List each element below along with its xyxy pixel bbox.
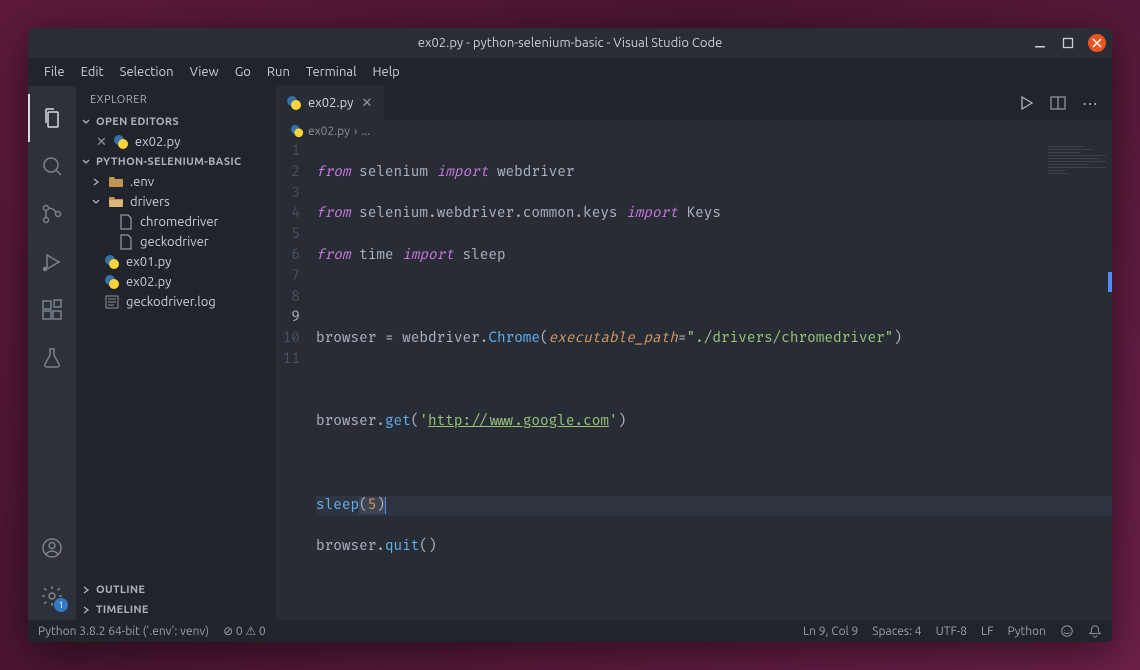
python-file-icon bbox=[286, 95, 302, 111]
status-lncol[interactable]: Ln 9, Col 9 bbox=[803, 625, 858, 638]
status-language[interactable]: Python bbox=[1007, 625, 1046, 638]
titlebar: ex02.py - python-selenium-basic - Visual… bbox=[28, 28, 1112, 58]
menu-edit[interactable]: Edit bbox=[73, 62, 112, 82]
section-timeline[interactable]: TIMELINE bbox=[76, 600, 276, 620]
explorer-icon[interactable] bbox=[28, 94, 76, 142]
line-gutter: 1234567891011 bbox=[276, 142, 316, 620]
editor-actions: ⋯ bbox=[1004, 86, 1112, 120]
status-problems[interactable]: ⊘ 0 ⚠ 0 bbox=[223, 624, 266, 638]
menu-selection[interactable]: Selection bbox=[112, 62, 182, 82]
open-editor-label: ex02.py bbox=[135, 135, 180, 149]
main-body: 1 EXPLORER OPEN EDITORS ✕ ex02.py PYTHON… bbox=[28, 86, 1112, 620]
more-actions-icon[interactable]: ⋯ bbox=[1082, 94, 1098, 113]
vscode-window: ex02.py - python-selenium-basic - Visual… bbox=[28, 28, 1112, 642]
tab-ex02[interactable]: ex02.py ✕ bbox=[276, 86, 384, 120]
source-control-icon[interactable] bbox=[28, 190, 76, 238]
tree-file-geckodriver[interactable]: geckodriver bbox=[76, 232, 276, 252]
python-file-icon bbox=[104, 254, 120, 270]
sidebar-header: EXPLORER bbox=[76, 86, 276, 112]
tree-file-chromedriver[interactable]: chromedriver bbox=[76, 212, 276, 232]
test-icon[interactable] bbox=[28, 334, 76, 382]
status-bell-icon[interactable] bbox=[1088, 624, 1102, 638]
menu-bar: File Edit Selection View Go Run Terminal… bbox=[28, 58, 1112, 86]
split-editor-icon[interactable] bbox=[1050, 95, 1066, 111]
tree-folder-drivers[interactable]: drivers bbox=[76, 192, 276, 212]
search-icon[interactable] bbox=[28, 142, 76, 190]
settings-icon[interactable]: 1 bbox=[28, 572, 76, 620]
close-icon[interactable] bbox=[1088, 34, 1106, 52]
status-bar: Python 3.8.2 64-bit ('.env': venv) ⊘ 0 ⚠… bbox=[28, 620, 1112, 642]
minimap[interactable] bbox=[1042, 142, 1112, 620]
tree-file-ex01[interactable]: ex01.py bbox=[76, 252, 276, 272]
activity-bar: 1 bbox=[28, 86, 76, 620]
menu-go[interactable]: Go bbox=[227, 62, 259, 82]
menu-help[interactable]: Help bbox=[364, 62, 407, 82]
folder-icon bbox=[108, 174, 124, 190]
overview-ruler-mark bbox=[1108, 272, 1112, 292]
file-icon bbox=[118, 214, 134, 230]
window-controls bbox=[1032, 28, 1106, 58]
run-debug-icon[interactable] bbox=[28, 238, 76, 286]
status-spaces[interactable]: Spaces: 4 bbox=[872, 625, 921, 638]
menu-file[interactable]: File bbox=[36, 62, 73, 82]
tree-folder-env[interactable]: .env bbox=[76, 172, 276, 192]
close-editor-icon[interactable]: ✕ bbox=[96, 135, 107, 150]
settings-badge: 1 bbox=[54, 598, 68, 612]
code-content[interactable]: from selenium import webdriver from sele… bbox=[316, 142, 1112, 620]
code-editor[interactable]: 1234567891011 from selenium import webdr… bbox=[276, 142, 1112, 620]
folder-open-icon bbox=[108, 194, 124, 210]
accounts-icon[interactable] bbox=[28, 524, 76, 572]
open-editor-item[interactable]: ✕ ex02.py bbox=[76, 132, 276, 152]
extensions-icon[interactable] bbox=[28, 286, 76, 334]
editor-group: ex02.py ✕ ⋯ ex02.py › ... 1234567891011 bbox=[276, 86, 1112, 620]
tree-file-ex02[interactable]: ex02.py bbox=[76, 272, 276, 292]
window-title: ex02.py - python-selenium-basic - Visual… bbox=[418, 36, 723, 50]
tab-label: ex02.py bbox=[308, 96, 353, 110]
python-file-icon bbox=[290, 124, 304, 138]
status-interpreter[interactable]: Python 3.8.2 64-bit ('.env': venv) bbox=[38, 625, 209, 638]
menu-terminal[interactable]: Terminal bbox=[298, 62, 365, 82]
section-project[interactable]: PYTHON-SELENIUM-BASIC bbox=[76, 152, 276, 172]
tab-bar: ex02.py ✕ ⋯ bbox=[276, 86, 1112, 120]
status-feedback-icon[interactable] bbox=[1060, 624, 1074, 638]
menu-run[interactable]: Run bbox=[259, 62, 298, 82]
python-file-icon bbox=[113, 134, 129, 150]
log-file-icon bbox=[104, 294, 120, 310]
tab-close-icon[interactable]: ✕ bbox=[359, 94, 374, 113]
status-eol[interactable]: LF bbox=[981, 625, 993, 638]
file-icon bbox=[118, 234, 134, 250]
maximize-icon[interactable] bbox=[1060, 35, 1076, 51]
section-outline[interactable]: OUTLINE bbox=[76, 580, 276, 600]
tree-file-log[interactable]: geckodriver.log bbox=[76, 292, 276, 312]
sidebar-panel: EXPLORER OPEN EDITORS ✕ ex02.py PYTHON-S… bbox=[76, 86, 276, 620]
breadcrumb[interactable]: ex02.py › ... bbox=[276, 120, 1112, 142]
python-file-icon bbox=[104, 274, 120, 290]
menu-view[interactable]: View bbox=[182, 62, 227, 82]
section-open-editors[interactable]: OPEN EDITORS bbox=[76, 112, 276, 132]
minimize-icon[interactable] bbox=[1032, 35, 1048, 51]
run-icon[interactable] bbox=[1018, 95, 1034, 111]
status-encoding[interactable]: UTF-8 bbox=[936, 625, 967, 638]
